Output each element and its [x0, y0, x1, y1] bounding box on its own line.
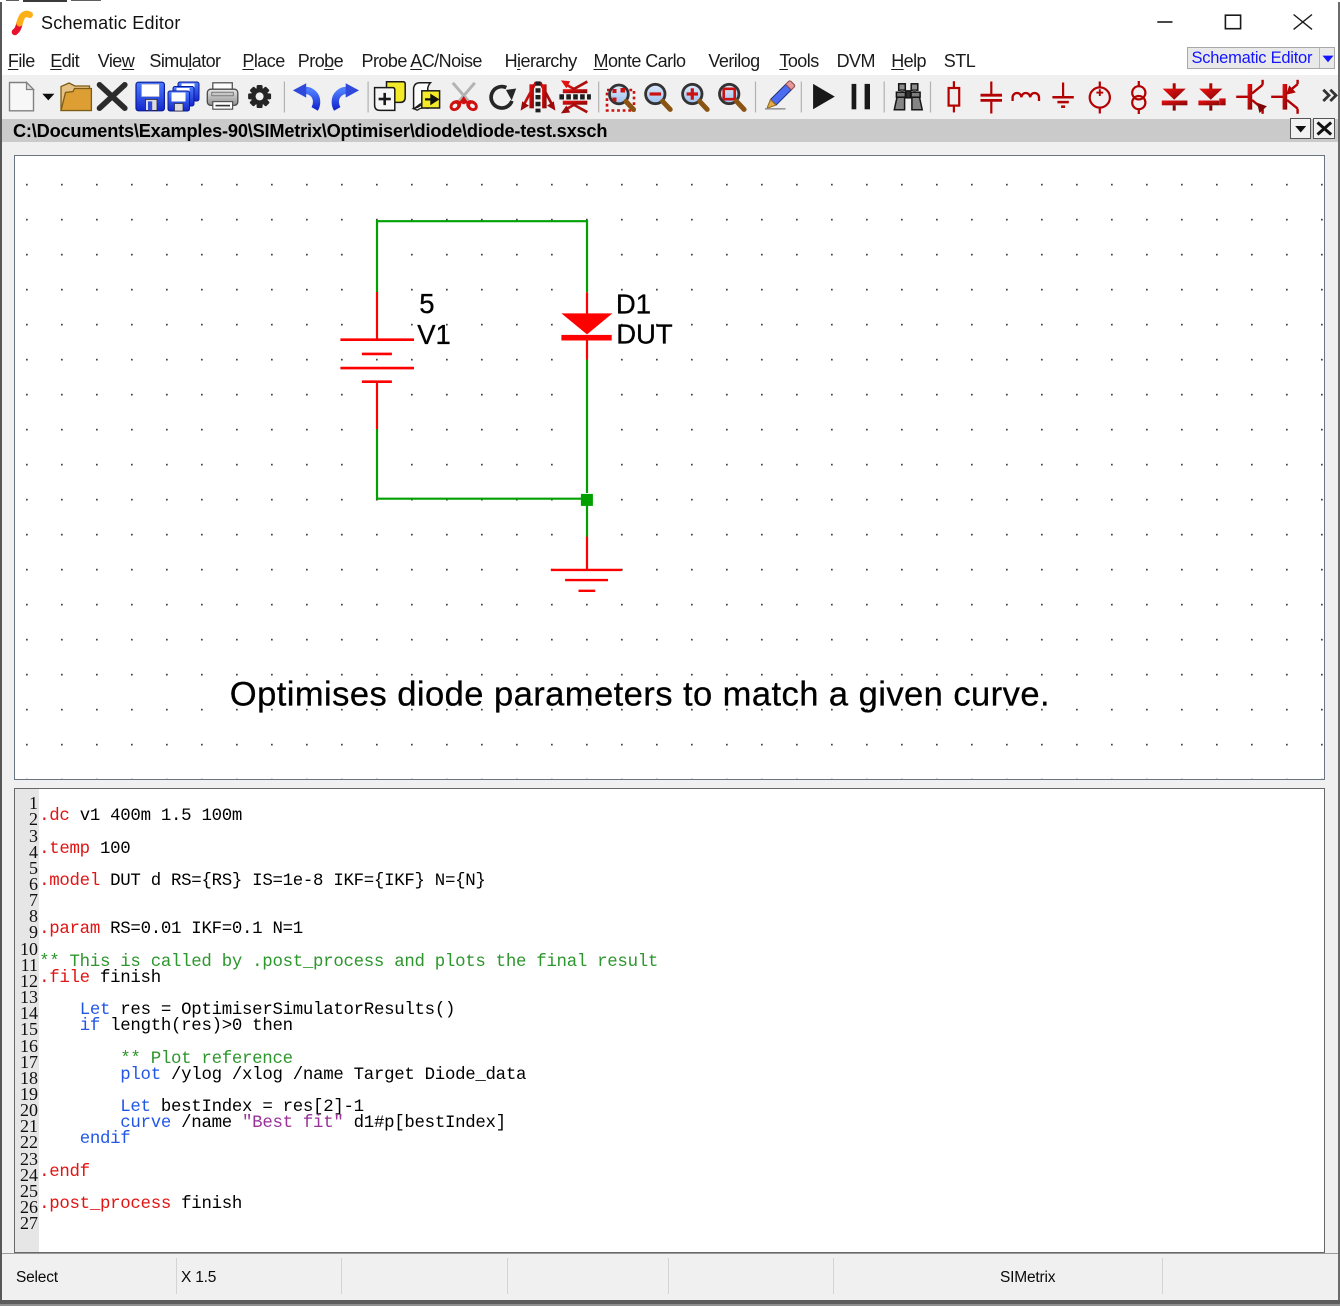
svg-text:5: 5: [419, 288, 434, 319]
svg-text:DUT: DUT: [616, 319, 673, 350]
svg-text:Optimises diode parameters to: Optimises diode parameters to match a gi…: [230, 676, 1050, 714]
svg-text:V1: V1: [417, 319, 451, 350]
svg-text:D1: D1: [616, 288, 651, 319]
